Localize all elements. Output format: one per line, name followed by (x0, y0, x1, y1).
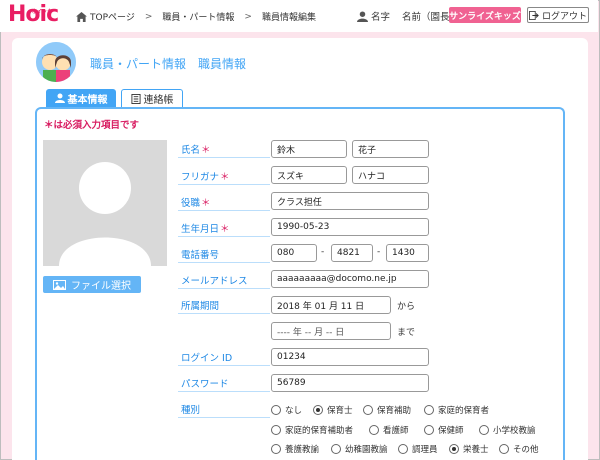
email-input[interactable]: aaaaaaaaa@docomo.ne.jp (271, 270, 429, 288)
password-label: パスワード (178, 375, 270, 392)
breadcrumb-staff[interactable]: 職員・パート情報 (162, 10, 234, 23)
birthday-label: 生年月日＊ (178, 220, 270, 237)
breadcrumb-separator: > (144, 11, 153, 22)
period-to-suffix: まで (397, 328, 416, 338)
login-id-input[interactable]: 01234 (271, 348, 429, 366)
person-icon (54, 93, 65, 103)
phone-part3-input[interactable]: 1430 (386, 244, 429, 262)
first-name-input[interactable]: 花子 (352, 140, 429, 158)
radio-dot (424, 405, 434, 415)
radio-dot (271, 425, 281, 435)
tab-basic-info[interactable]: 基本情報 (46, 89, 116, 107)
home-icon (76, 11, 87, 22)
phone-part1-input[interactable]: 080 (271, 244, 317, 262)
breadcrumb-current: 職員情報編集 (261, 13, 316, 23)
logout-icon (529, 10, 539, 20)
name-label: 氏名＊ (178, 141, 270, 158)
logout-button[interactable]: ログアウト (527, 7, 589, 23)
file-select-button[interactable]: ファイル選択 (43, 276, 141, 293)
period-from-suffix: から (397, 302, 416, 312)
type-radio-dietitian[interactable]: 栄養士 (449, 443, 489, 455)
type-radio-childcare-worker[interactable]: 保育士 (313, 404, 353, 416)
type-radio-home-assistant[interactable]: 家庭的保育補助者 (271, 424, 353, 436)
radio-dot (499, 444, 509, 454)
type-radio-health-nurse[interactable]: 保健師 (424, 424, 464, 436)
school-button[interactable]: サンライズキッズ (449, 7, 521, 23)
radio-dot (369, 425, 379, 435)
user-info: 名字 名前（園長） (357, 9, 459, 23)
type-radio-school-nurse[interactable]: 養護教諭 (271, 443, 319, 455)
last-name-kana-input[interactable]: スズキ (271, 166, 347, 184)
user-icon (357, 10, 368, 22)
type-radio-kindergarten-teacher[interactable]: 幼稚園教諭 (331, 443, 388, 455)
type-radio-nurse[interactable]: 看護師 (369, 424, 409, 436)
phone-separator: - (321, 247, 325, 257)
required-note: ＊は必須入力項目です (44, 120, 140, 131)
radio-dot (271, 405, 281, 415)
period-start-input[interactable]: 2018 年 01 月 11 日 (271, 296, 391, 314)
phone-separator: - (377, 247, 381, 257)
password-input[interactable]: 56789 (271, 374, 429, 392)
profile-photo-placeholder (43, 140, 167, 266)
type-radio-other[interactable]: その他 (499, 443, 539, 455)
staff-avatar-icon (36, 42, 76, 82)
type-radio-cook[interactable]: 調理員 (398, 443, 438, 455)
furigana-label: フリガナ＊ (178, 168, 270, 185)
top-header: Hoic ホイック TOPページ > 職員・パート情報 > 職員情報編集 名字 … (0, 0, 598, 32)
notebook-icon (130, 93, 141, 104)
email-label: メールアドレス (178, 272, 270, 289)
login-id-label: ログイン ID (178, 349, 270, 366)
logout-label: ログアウト (541, 11, 587, 22)
image-icon (53, 279, 66, 290)
period-label: 所属期間 (178, 297, 270, 314)
type-radio-none[interactable]: なし (271, 404, 302, 416)
tab-label: 連絡帳 (143, 95, 174, 106)
period-end-input[interactable]: ---- 年 -- 月 -- 日 (271, 322, 391, 340)
radio-dot (479, 425, 489, 435)
phone-label: 電話番号 (178, 246, 270, 263)
file-select-label: ファイル選択 (71, 281, 131, 292)
type-radio-assistant[interactable]: 保育補助 (363, 404, 411, 416)
tab-label: 基本情報 (67, 94, 108, 106)
phone-part2-input[interactable]: 4821 (331, 244, 373, 262)
role-input[interactable]: クラス担任 (271, 192, 429, 210)
radio-dot (331, 444, 341, 454)
type-radio-elementary-teacher[interactable]: 小学校教諭 (479, 424, 536, 436)
type-label: 種別 (178, 401, 270, 418)
radio-dot (398, 444, 408, 454)
breadcrumb: TOPページ > 職員・パート情報 > 職員情報編集 (76, 10, 316, 23)
app-logo[interactable]: Hoic ホイック (8, 3, 59, 27)
radio-dot (363, 405, 373, 415)
tab-contact-book[interactable]: 連絡帳 (121, 89, 183, 107)
radio-dot (424, 425, 434, 435)
breadcrumb-separator: > (244, 11, 252, 22)
radio-dot (271, 444, 281, 454)
role-label: 役職＊ (178, 194, 270, 211)
breadcrumb-top[interactable]: TOPページ (90, 10, 135, 23)
last-name-input[interactable]: 鈴木 (271, 140, 347, 158)
birthday-input[interactable]: 1990-05-23 (271, 218, 429, 236)
radio-dot-selected (449, 444, 459, 454)
type-radio-home-caregiver[interactable]: 家庭的保育者 (424, 404, 489, 416)
radio-dot-selected (313, 405, 323, 415)
user-label: 名字 (371, 12, 391, 23)
page-title: 職員・パート情報 職員情報 (90, 57, 247, 71)
first-name-kana-input[interactable]: ハナコ (352, 166, 429, 184)
